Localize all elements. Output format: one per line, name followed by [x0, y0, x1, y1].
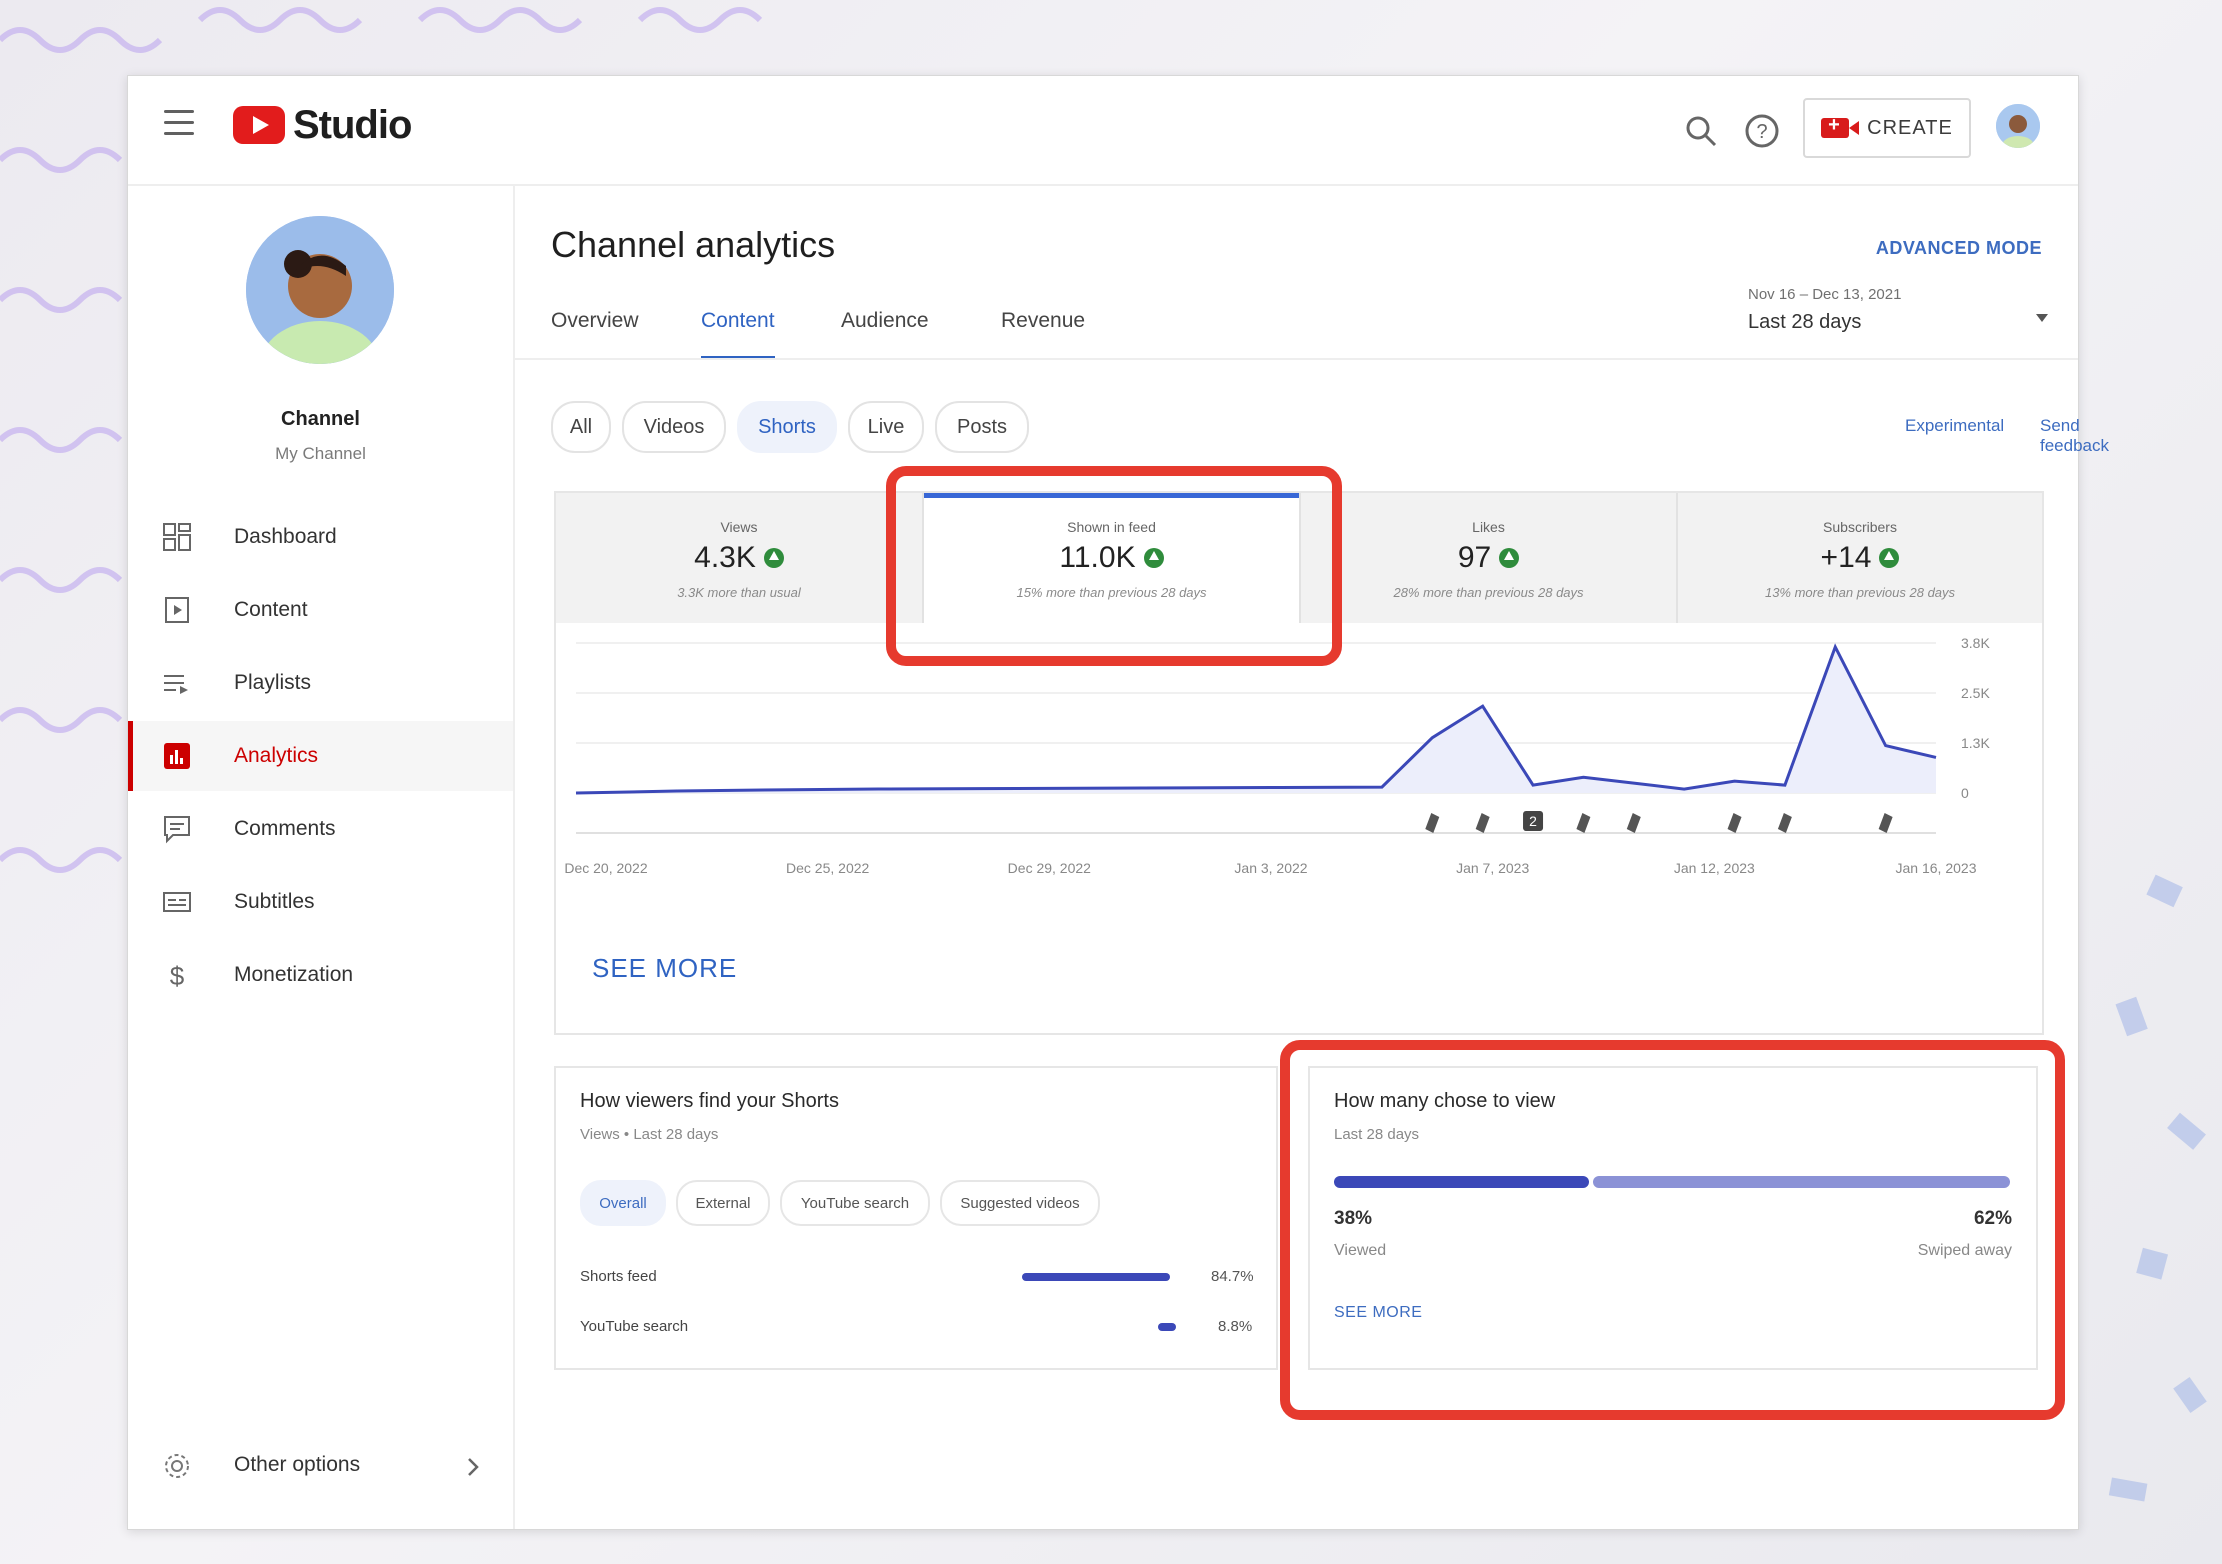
sidebar: Channel My Channel Dashboard Content Pla…	[128, 186, 515, 1529]
find-shorts-panel: How viewers find your Shorts Views • Las…	[554, 1066, 1278, 1370]
page-title: Channel analytics	[551, 224, 836, 265]
sidebar-item-subtitles[interactable]: Subtitles	[128, 867, 513, 937]
chip-live[interactable]: Live	[848, 401, 924, 453]
experimental-link[interactable]: Experimental	[1905, 416, 2004, 436]
channel-name: Channel	[281, 408, 360, 430]
help-icon[interactable]: ?	[1742, 111, 1782, 151]
highlight-box-shown-in-feed	[886, 466, 1342, 666]
chevron-right-icon	[468, 1458, 479, 1476]
x-tick-label: Jan 7, 2023	[1456, 860, 1529, 876]
channel-subtitle: My Channel	[275, 444, 366, 463]
chip-posts[interactable]: Posts	[935, 401, 1029, 453]
create-video-icon	[1821, 114, 1860, 138]
x-tick-label: Jan 12, 2023	[1674, 860, 1755, 876]
row-value-youtube-search: 8.8%	[1218, 1318, 1253, 1335]
app-title: Studio	[293, 102, 412, 147]
chip-shorts[interactable]: Shorts	[737, 401, 837, 453]
tab-revenue[interactable]: Revenue	[1001, 291, 1085, 356]
shorts-marker-icon	[1425, 813, 1440, 833]
y-tick-label: 2.5K	[1961, 685, 1990, 701]
shorts-marker-icon	[1878, 813, 1893, 833]
comments-icon	[164, 816, 190, 844]
chip-youtube-search[interactable]: YouTube search	[780, 1180, 930, 1226]
find-shorts-subtitle: Views • Last 28 days	[580, 1126, 719, 1143]
top-bar: Studio ? CREATE	[128, 76, 2078, 186]
sidebar-item-dashboard[interactable]: Dashboard	[128, 502, 513, 572]
youtube-play-icon	[233, 106, 285, 144]
x-tick-label: Dec 20, 2022	[564, 860, 647, 876]
playlists-icon	[164, 675, 188, 694]
shorts-marker-icon	[1777, 813, 1792, 833]
channel-avatar[interactable]	[246, 216, 394, 364]
menu-icon[interactable]	[164, 110, 194, 136]
search-icon[interactable]	[1681, 111, 1721, 151]
analytics-icon	[164, 743, 190, 769]
chip-external[interactable]: External	[676, 1180, 770, 1226]
metric-likes[interactable]: Likes 97 28% more than previous 28 days	[1301, 493, 1678, 623]
date-range-selector[interactable]: Nov 16 – Dec 13, 2021 Last 28 days	[1748, 286, 2048, 334]
studio-logo[interactable]: Studio	[233, 100, 412, 150]
shorts-marker-icon	[1626, 813, 1641, 833]
sidebar-item-playlists[interactable]: Playlists	[128, 648, 513, 718]
dashboard-icon	[163, 523, 191, 551]
y-tick-label: 0	[1961, 785, 1969, 801]
y-tick-label: 3.8K	[1961, 635, 1990, 651]
row-label-youtube-search: YouTube search	[580, 1318, 689, 1335]
dollar-icon: $	[170, 961, 185, 990]
date-range-label: Last 28 days	[1748, 311, 1862, 333]
shorts-marker-icon	[1727, 813, 1742, 833]
sidebar-item-monetization[interactable]: $ Monetization	[128, 940, 513, 1010]
shorts-marker-icon	[1576, 813, 1591, 833]
content-icon	[165, 597, 189, 623]
chip-suggested-videos[interactable]: Suggested videos	[940, 1180, 1100, 1226]
metric-views[interactable]: Views 4.3K 3.3K more than usual	[556, 493, 924, 623]
highlight-box-chose-to-view	[1280, 1040, 2065, 1420]
series-area	[576, 646, 1936, 793]
see-more-chart-link[interactable]: SEE MORE	[592, 953, 737, 984]
chip-overall[interactable]: Overall	[580, 1180, 666, 1226]
advanced-mode-link[interactable]: ADVANCED MODE	[1876, 238, 2042, 259]
other-options[interactable]: Other options	[128, 1441, 513, 1491]
shorts-chart: 3.8K 2.5K 1.3K 0 2 Dec 20, 2022 Dec 25, 2022 De…	[564, 635, 1990, 876]
svg-text:$: $	[170, 961, 185, 990]
x-tick-label: Dec 25, 2022	[786, 860, 869, 876]
date-range-dates: Nov 16 – Dec 13, 2021	[1748, 286, 1902, 303]
y-tick-label: 1.3K	[1961, 735, 1990, 751]
marker-badge-label: 2	[1529, 813, 1537, 829]
svg-text:?: ?	[1756, 121, 1767, 143]
x-tick-label: Jan 16, 2023	[1896, 860, 1977, 876]
dropdown-caret-icon	[2036, 314, 2048, 322]
trend-up-icon	[763, 548, 784, 568]
trend-up-icon	[1879, 548, 1900, 568]
subtitles-icon	[163, 892, 191, 912]
gear-icon	[165, 1454, 189, 1478]
row-value-shorts-feed: 84.7%	[1211, 1268, 1254, 1285]
chip-videos[interactable]: Videos	[622, 401, 726, 453]
series-line	[575, 643, 1937, 795]
sidebar-item-content[interactable]: Content	[128, 575, 513, 645]
chip-all[interactable]: All	[551, 401, 611, 453]
tab-audience[interactable]: Audience	[841, 291, 929, 356]
row-label-shorts-feed: Shorts feed	[580, 1268, 657, 1285]
send-feedback-link[interactable]: Send feedback	[2040, 416, 2109, 456]
x-tick-label: Jan 3, 2022	[1234, 860, 1307, 876]
create-button[interactable]: CREATE	[1803, 98, 1971, 158]
tab-content[interactable]: Content	[701, 291, 775, 359]
sidebar-item-comments[interactable]: Comments	[128, 794, 513, 864]
row-bar-youtube-search	[1157, 1323, 1176, 1331]
shorts-marker-icon	[1475, 813, 1490, 833]
find-shorts-title: How viewers find your Shorts	[580, 1090, 839, 1112]
tabs-divider	[515, 358, 2078, 360]
sidebar-item-analytics[interactable]: Analytics	[128, 721, 513, 791]
metric-subscribers[interactable]: Subscribers +14 13% more than previous 2…	[1678, 493, 2042, 623]
x-tick-label: Dec 29, 2022	[1008, 860, 1091, 876]
tab-overview[interactable]: Overview	[551, 291, 639, 356]
trend-up-icon	[1499, 548, 1520, 568]
row-bar-shorts-feed	[1022, 1273, 1170, 1281]
account-avatar[interactable]	[1996, 104, 2040, 148]
